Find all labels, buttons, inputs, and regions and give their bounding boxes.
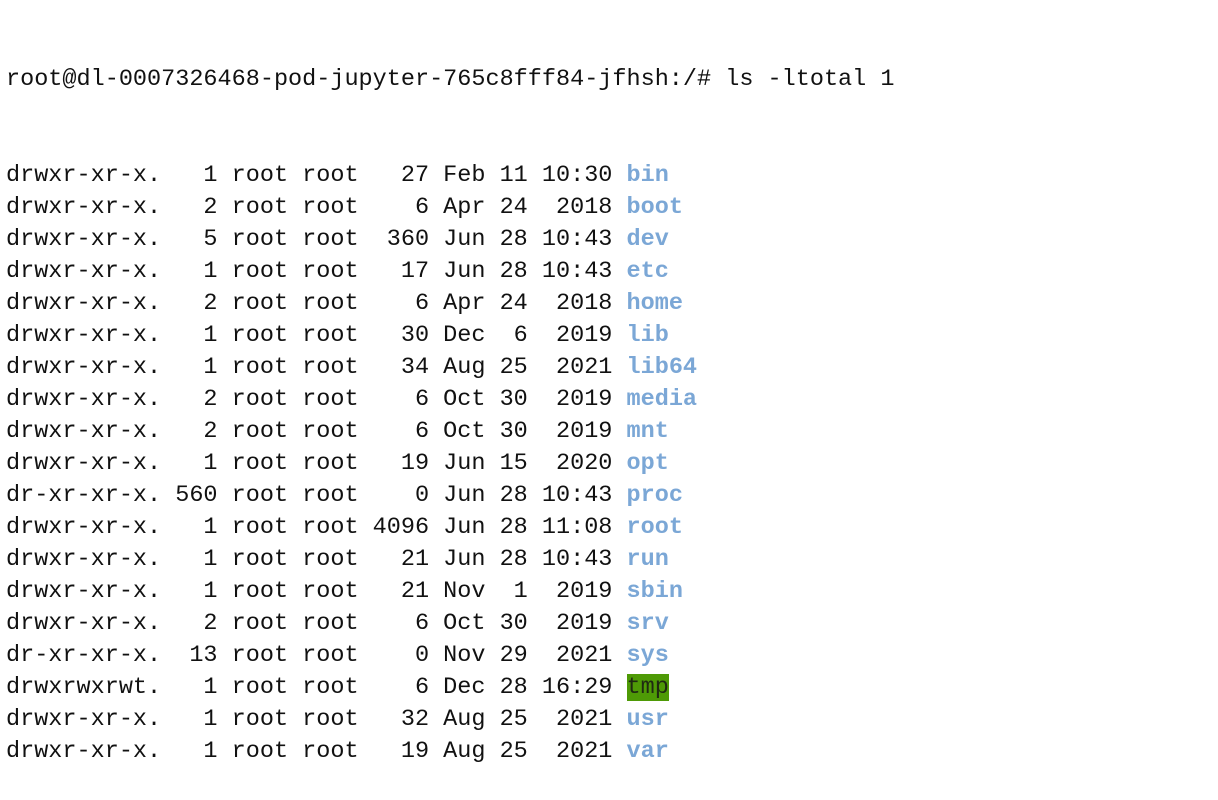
total: total 1 bbox=[795, 66, 895, 93]
file-info: dr-xr-xr-x. 560 root root 0 Jun 28 10:43 bbox=[6, 482, 627, 509]
file-info: drwxr-xr-x. 1 root root 19 Jun 15 2020 bbox=[6, 450, 627, 477]
file-info: drwxr-xr-x. 2 root root 6 Oct 30 2019 bbox=[6, 418, 627, 445]
listing-row: drwxr-xr-x. 2 root root 6 Oct 30 2019 me… bbox=[6, 384, 1218, 416]
listing-row: drwxr-xr-x. 2 root root 6 Apr 24 2018 ho… bbox=[6, 288, 1218, 320]
directory-name[interactable]: srv bbox=[627, 610, 669, 637]
listing-row: drwxr-xr-x. 1 root root 21 Jun 28 10:43 … bbox=[6, 544, 1218, 576]
directory-name[interactable]: sbin bbox=[627, 578, 683, 605]
listing-row: drwxrwxrwt. 1 root root 6 Dec 28 16:29 t… bbox=[6, 672, 1218, 704]
file-info: drwxr-xr-x. 1 root root 34 Aug 25 2021 bbox=[6, 354, 627, 381]
file-info: drwxr-xr-x. 1 root root 32 Aug 25 2021 bbox=[6, 706, 627, 733]
directory-name[interactable]: etc bbox=[627, 258, 669, 285]
directory-name[interactable]: mnt bbox=[627, 418, 669, 445]
file-info: drwxr-xr-x. 1 root root 17 Jun 28 10:43 bbox=[6, 258, 627, 285]
listing-row: drwxr-xr-x. 2 root root 6 Apr 24 2018 bo… bbox=[6, 192, 1218, 224]
file-info: drwxrwxrwt. 1 root root 6 Dec 28 16:29 bbox=[6, 674, 627, 701]
directory-name[interactable]: root bbox=[627, 514, 683, 541]
file-info: dr-xr-xr-x. 13 root root 0 Nov 29 2021 bbox=[6, 642, 627, 669]
file-info: drwxr-xr-x. 2 root root 6 Apr 24 2018 bbox=[6, 290, 627, 317]
directory-name[interactable]: bin bbox=[627, 162, 669, 189]
listing: drwxr-xr-x. 1 root root 27 Feb 11 10:30 … bbox=[6, 160, 1218, 768]
directory-name[interactable]: media bbox=[627, 386, 698, 413]
directory-name[interactable]: var bbox=[627, 738, 669, 765]
prompt: root@dl-0007326468-pod-jupyter-765c8fff8… bbox=[6, 66, 726, 93]
listing-row: drwxr-xr-x. 1 root root 4096 Jun 28 11:0… bbox=[6, 512, 1218, 544]
listing-row: drwxr-xr-x. 1 root root 27 Feb 11 10:30 … bbox=[6, 160, 1218, 192]
listing-row: drwxr-xr-x. 1 root root 19 Aug 25 2021 v… bbox=[6, 736, 1218, 768]
directory-name[interactable]: lib64 bbox=[627, 354, 698, 381]
prompt-line: root@dl-0007326468-pod-jupyter-765c8fff8… bbox=[6, 64, 1218, 96]
listing-row: drwxr-xr-x. 1 root root 19 Jun 15 2020 o… bbox=[6, 448, 1218, 480]
file-info: drwxr-xr-x. 1 root root 27 Feb 11 10:30 bbox=[6, 162, 627, 189]
file-info: drwxr-xr-x. 2 root root 6 Oct 30 2019 bbox=[6, 386, 627, 413]
directory-name[interactable]: lib bbox=[627, 322, 669, 349]
listing-row: dr-xr-xr-x. 13 root root 0 Nov 29 2021 s… bbox=[6, 640, 1218, 672]
listing-row: drwxr-xr-x. 2 root root 6 Oct 30 2019 sr… bbox=[6, 608, 1218, 640]
directory-name[interactable]: dev bbox=[627, 226, 669, 253]
listing-row: drwxr-xr-x. 1 root root 30 Dec 6 2019 li… bbox=[6, 320, 1218, 352]
terminal[interactable]: root@dl-0007326468-pod-jupyter-765c8fff8… bbox=[0, 0, 1218, 800]
listing-row: drwxr-xr-x. 2 root root 6 Oct 30 2019 mn… bbox=[6, 416, 1218, 448]
file-info: drwxr-xr-x. 1 root root 21 Jun 28 10:43 bbox=[6, 546, 627, 573]
directory-name[interactable]: usr bbox=[627, 706, 669, 733]
file-info: drwxr-xr-x. 2 root root 6 Oct 30 2019 bbox=[6, 610, 627, 637]
directory-name[interactable]: run bbox=[627, 546, 669, 573]
directory-name[interactable]: home bbox=[627, 290, 683, 317]
directory-name[interactable]: proc bbox=[627, 482, 683, 509]
directory-name[interactable]: boot bbox=[627, 194, 683, 221]
file-info: drwxr-xr-x. 1 root root 21 Nov 1 2019 bbox=[6, 578, 627, 605]
directory-name[interactable]: sys bbox=[627, 642, 669, 669]
directory-name[interactable]: tmp bbox=[626, 674, 669, 701]
listing-row: drwxr-xr-x. 1 root root 21 Nov 1 2019 sb… bbox=[6, 576, 1218, 608]
file-info: drwxr-xr-x. 1 root root 19 Aug 25 2021 bbox=[6, 738, 627, 765]
listing-row: drwxr-xr-x. 1 root root 17 Jun 28 10:43 … bbox=[6, 256, 1218, 288]
file-info: drwxr-xr-x. 2 root root 6 Apr 24 2018 bbox=[6, 194, 627, 221]
listing-row: drwxr-xr-x. 1 root root 34 Aug 25 2021 l… bbox=[6, 352, 1218, 384]
file-info: drwxr-xr-x. 5 root root 360 Jun 28 10:43 bbox=[6, 226, 627, 253]
listing-row: dr-xr-xr-x. 560 root root 0 Jun 28 10:43… bbox=[6, 480, 1218, 512]
command: ls -l bbox=[725, 66, 796, 93]
file-info: drwxr-xr-x. 1 root root 30 Dec 6 2019 bbox=[6, 322, 627, 349]
file-info: drwxr-xr-x. 1 root root 4096 Jun 28 11:0… bbox=[6, 514, 627, 541]
listing-row: drwxr-xr-x. 1 root root 32 Aug 25 2021 u… bbox=[6, 704, 1218, 736]
listing-row: drwxr-xr-x. 5 root root 360 Jun 28 10:43… bbox=[6, 224, 1218, 256]
directory-name[interactable]: opt bbox=[627, 450, 669, 477]
